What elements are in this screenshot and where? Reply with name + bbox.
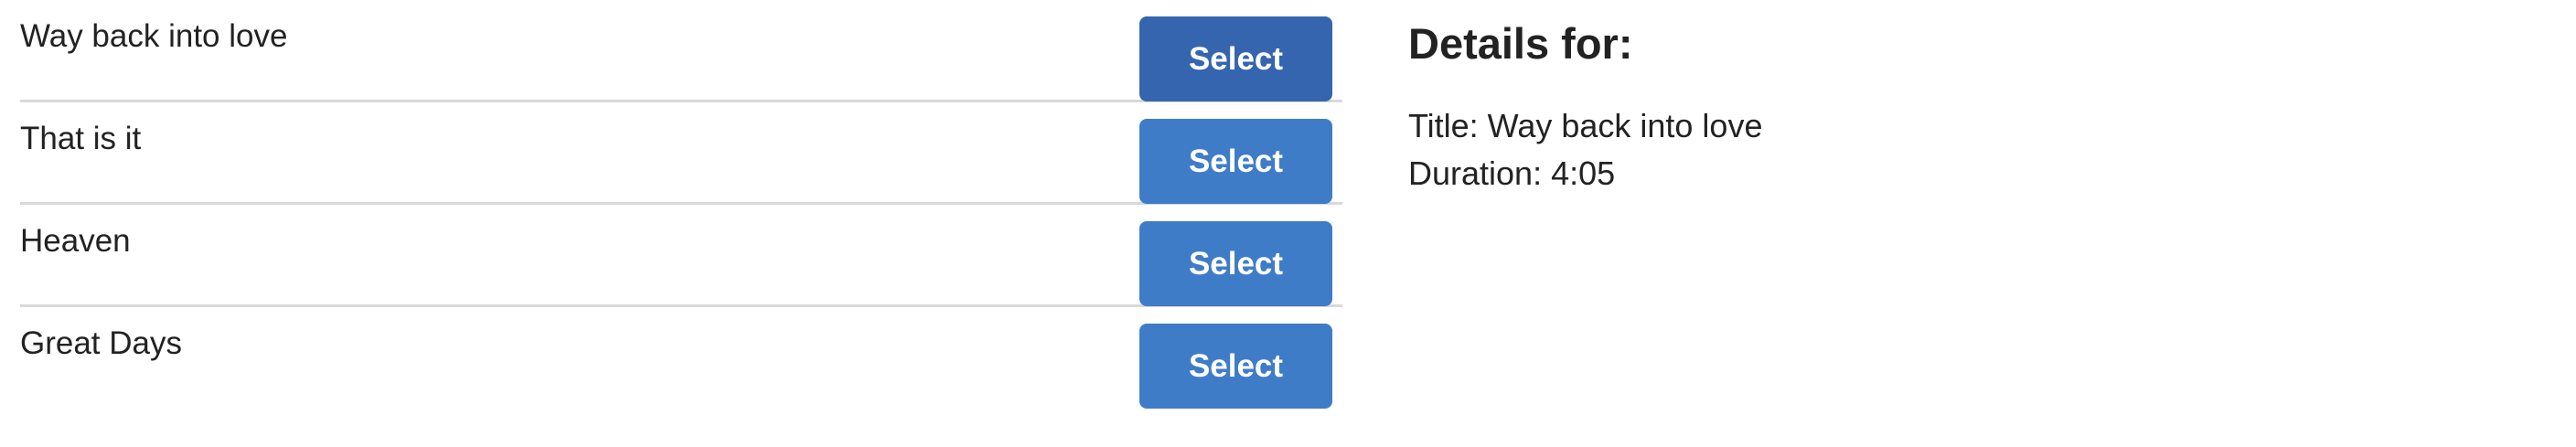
details-title: Title: Way back into love — [1408, 107, 1763, 144]
select-button-heaven[interactable]: Select — [1139, 221, 1332, 306]
song-title: Heaven — [20, 223, 131, 259]
song-row: That is it Select — [20, 102, 1342, 205]
song-row: Way back into love Select — [20, 0, 1342, 102]
song-title: Way back into love — [20, 18, 288, 54]
details-heading: Details for: — [1408, 19, 1633, 68]
select-button-that-is-it[interactable]: Select — [1139, 119, 1332, 204]
song-title: Great Days — [20, 325, 182, 361]
song-list: Way back into love Select That is it Sel… — [20, 0, 1342, 410]
details-panel: Details for: Title: Way back into love D… — [1408, 16, 2506, 197]
details-body: Title: Way back into love Duration: 4:05 — [1408, 102, 2506, 197]
song-row: Heaven Select — [20, 205, 1342, 307]
song-row: Great Days Select — [20, 307, 1342, 410]
select-button-way-back-into-love[interactable]: Select — [1139, 16, 1332, 101]
song-title: That is it — [20, 121, 142, 156]
select-button-great-days[interactable]: Select — [1139, 324, 1332, 409]
page: Way back into love Select That is it Sel… — [0, 0, 2576, 447]
details-duration: Duration: 4:05 — [1408, 154, 1616, 192]
